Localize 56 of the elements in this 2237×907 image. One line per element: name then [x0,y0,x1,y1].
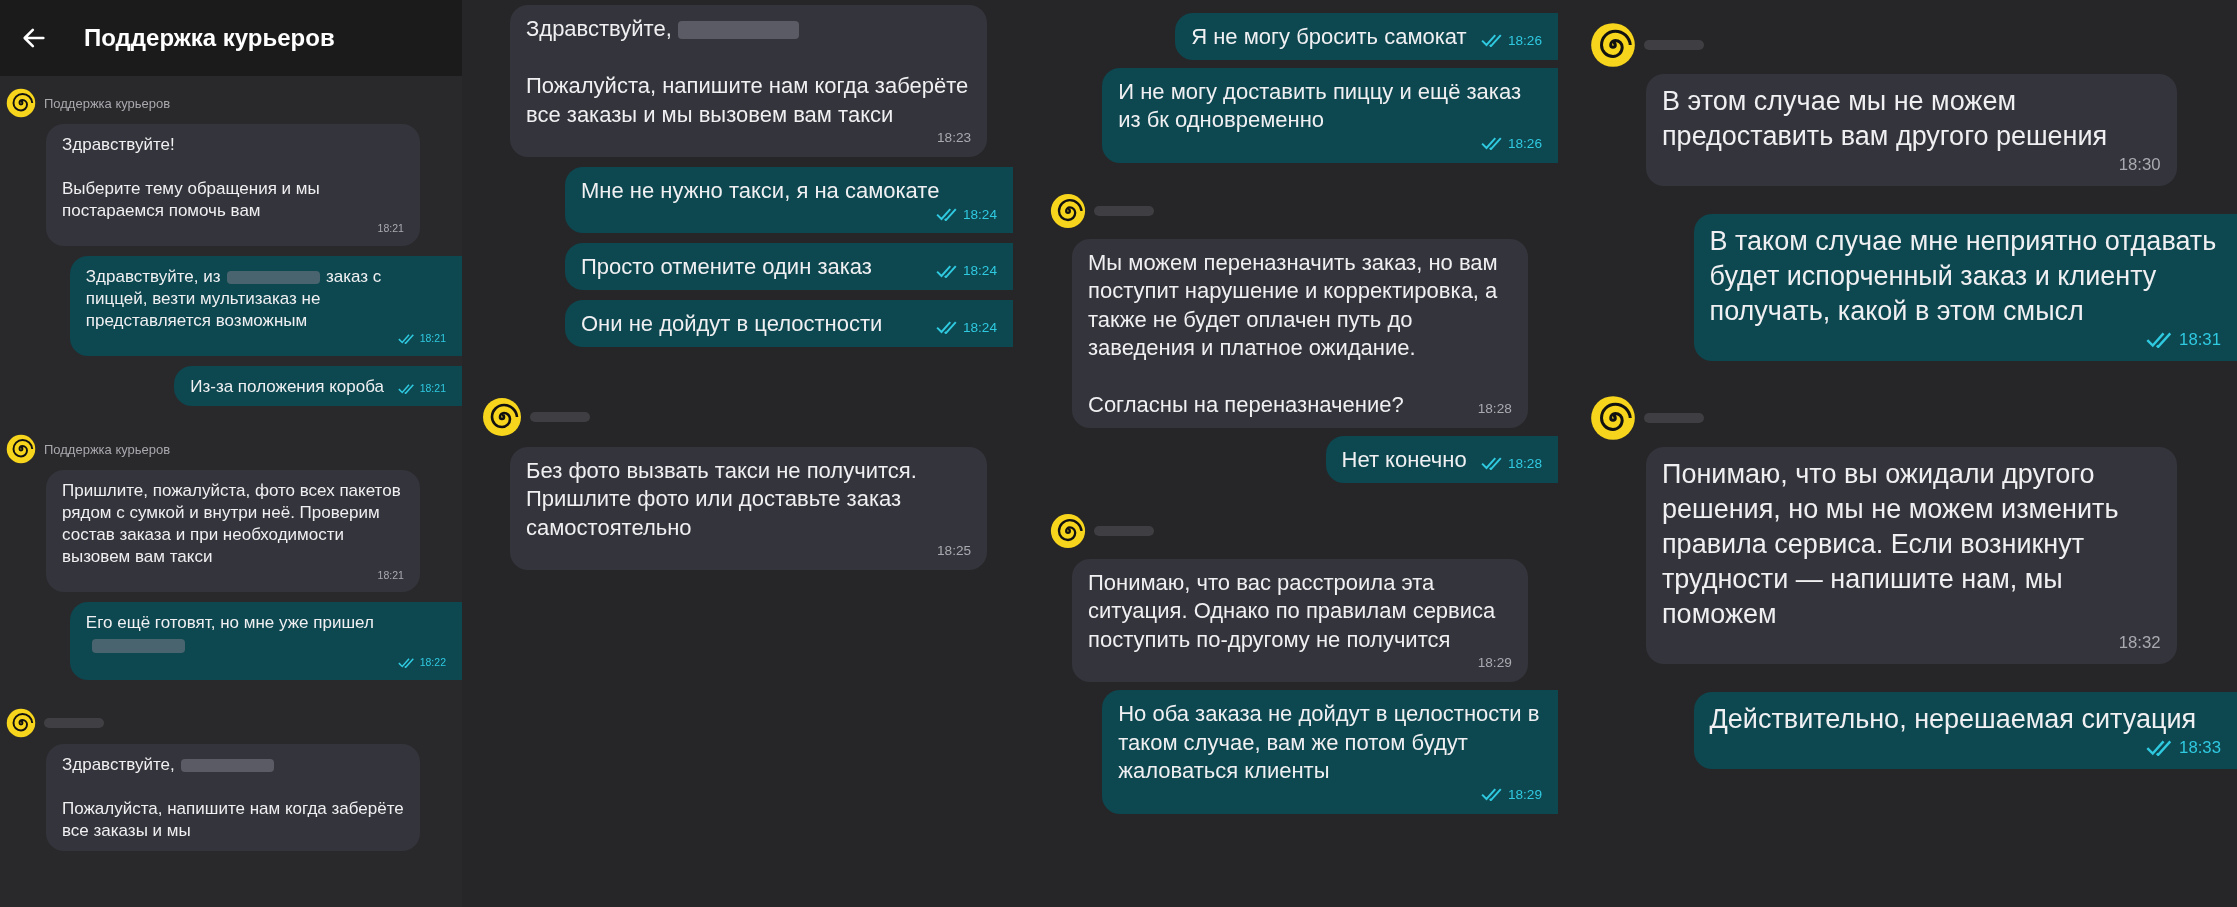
message-text: В таком случае мне неприятно отдавать будет испорченный заказ и клиенту получать, какой в этом смысл [1709,224,2218,329]
message-text: Пожалуйста, напишите нам когда заберёте все заказы и мы [62,798,404,843]
message-time: 18:21 [419,382,446,397]
spiral-avatar-icon [1590,394,1636,441]
message-time: 18:33 [2179,737,2221,760]
message-time: 18:24 [962,318,997,337]
message-text: Понимаю, что вас расстроила эта ситуация. Однако по правилам сервиса поступить по-другому не получится [1088,568,1497,654]
spiral-avatar-icon [6,88,36,118]
message-text: Они не дойдут в целостности [581,310,884,338]
message-time: 18:32 [2118,632,2161,655]
spiral-avatar-icon [1590,22,1636,68]
chat-title: Поддержка курьеров [84,24,335,52]
message-text: Его ещё готовят, но мне уже пришел [85,612,446,657]
sender-name: Поддержка курьеров [44,95,171,111]
message-time: 18:23 [937,129,972,148]
message-text: Мы можем переназначить заказ, но вам поступит нарушение и корректировка, а также не будет оплачен путь до заведения и платное ожидание. [1088,248,1499,363]
message-text: Пришлите, пожалуйста, фото всех пакетов рядом с сумкой и внутри неё. Проверим состав заказа и при необходимости вызовем вам такси [62,480,402,569]
message-time: 18:26 [1507,134,1542,153]
message-text: И не могу доставить пиццу и ещё заказ из бк одновременно [1118,77,1522,135]
message-text: Без фото вызвать такси не получится. Пришлите фото или доставьте заказ самостоятельно [526,456,918,542]
message-text: Действительно, нерешаемая ситуация [1709,703,2198,737]
message-text: Здравствуйте, из заказ с пиццей, везти мультизаказ не представляется возможным [85,266,383,333]
message-text: Здравствуйте, [526,15,972,44]
message-time: 18:21 [377,222,404,237]
message-text: Здравствуйте! [62,134,176,156]
message-time: 18:28 [1507,454,1542,473]
message-text: В этом случае мы не можем предоставить вам другого решения [1662,85,2109,154]
message-text: Согласны на переназначение? [1088,391,1405,420]
message-time: 18:21 [419,332,446,347]
message-text: Выберите тему обращения и мы постараемся помочь вам [62,178,321,223]
sender-name: Поддержка курьеров [44,441,171,457]
message-text: Я не могу бросить самокат [1191,23,1467,51]
message-time: 18:21 [377,568,404,583]
message-text: Понимаю, что вы ожидали другого решения, но мы не можем изменить правила сервиса. Если возникнут трудности — напишите нам, мы поможем [1662,457,2120,632]
message-time: 18:29 [1477,654,1512,673]
message-time: 18:26 [1507,31,1542,50]
message-text: Просто отмените один заказ [581,253,873,282]
message-time: 18:24 [962,205,997,224]
message-text: Здравствуйте, [62,754,404,777]
message-time: 18:25 [937,542,972,561]
message-text: Пожалуйста, напишите нам когда заберёте все заказы и мы вызовем вам такси [526,72,970,129]
message-time: 18:22 [419,656,446,671]
message-text: Из-за положения короба [190,376,384,399]
message-time: 18:29 [1507,785,1542,804]
message-time: 18:31 [2179,329,2221,351]
spiral-avatar-icon [1050,512,1086,549]
spiral-avatar-icon [6,708,36,739]
message-text: Но оба заказа не дойдут в целостности в таком случае, вам же потом будут жаловаться клиенты [1118,700,1541,786]
spiral-avatar-icon [482,396,522,437]
spiral-avatar-icon [6,434,36,465]
message-time: 18:28 [1477,400,1512,419]
spiral-avatar-icon [1050,192,1086,229]
message-time: 18:30 [2118,154,2161,176]
message-time: 18:24 [962,262,997,280]
message-text: Нет конечно [1341,446,1467,475]
message-text: Мне не нужно такси, я на самокате [581,177,941,206]
